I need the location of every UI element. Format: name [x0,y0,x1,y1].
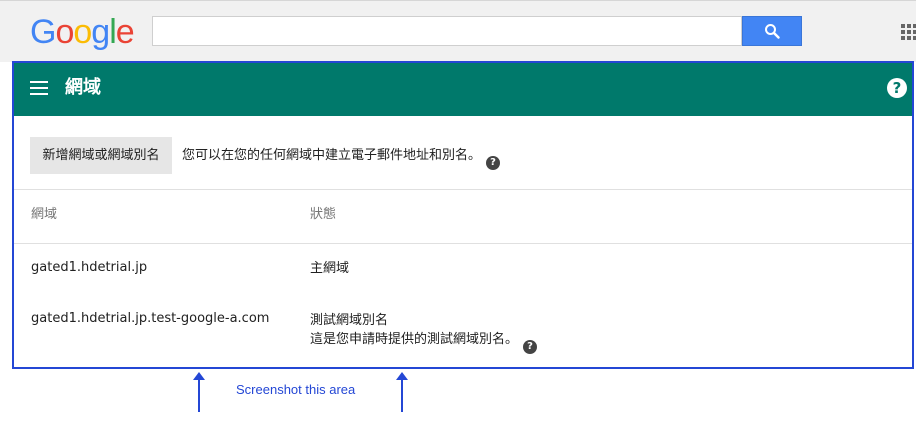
table-row-status: 主網域 [310,261,350,276]
help-icon[interactable]: ? [523,332,537,354]
help-icon[interactable]: ? [486,148,500,170]
table-row-domain: gated1.hdetrial.jp.test-google-a.com [31,311,270,326]
annotation-arrow [193,372,205,412]
logo-letter: e [115,13,135,51]
logo-letter: o [73,13,92,51]
table-row-status: 測試網域別名 [310,313,389,328]
logo-letter: G [30,13,56,51]
column-header-status[interactable]: 狀態 [310,207,336,223]
apps-grid-icon[interactable] [901,24,916,44]
hamburger-menu-icon[interactable] [30,81,48,95]
search-icon [765,24,780,39]
divider [14,189,912,190]
search-input[interactable] [152,16,742,46]
page-header: 網域 ? [13,62,913,116]
search-button[interactable] [742,16,802,46]
help-glyph: ? [486,156,500,170]
logo-letter: o [55,13,74,51]
add-domain-button[interactable]: 新增網域或網域別名 [30,137,172,174]
help-glyph: ? [523,340,537,354]
column-header-domain[interactable]: 網域 [31,207,57,223]
divider [14,243,912,244]
google-top-bar: Google [0,0,916,62]
annotation-text: Screenshot this area [236,382,356,397]
google-logo[interactable]: Google [30,13,135,51]
logo-letter: g [91,13,110,51]
intro-text: 您可以在您的任何網域中建立電子郵件地址和別名。 [182,148,482,163]
table-row-domain: gated1.hdetrial.jp [31,260,148,275]
annotation-arrow [396,372,408,412]
help-icon[interactable]: ? [887,78,907,98]
page-title: 網域 [65,77,101,98]
status-note: 這是您申請時提供的測試網域別名。 [310,332,519,347]
